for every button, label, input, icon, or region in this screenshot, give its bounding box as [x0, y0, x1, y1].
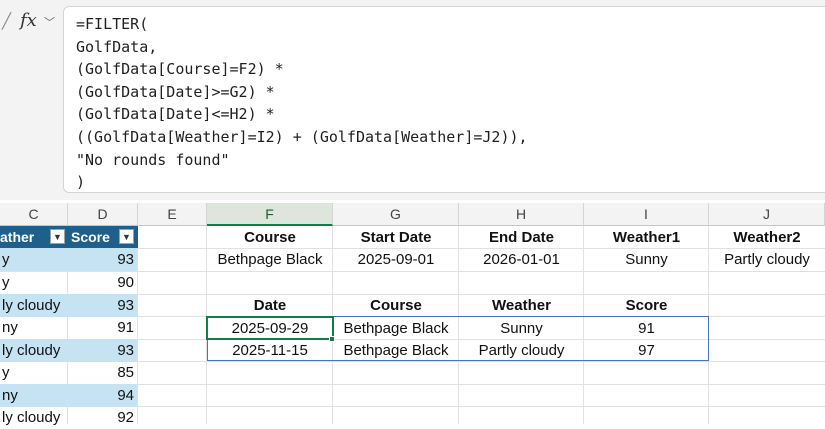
criteria-value-course[interactable]: Bethpage Black — [207, 248, 333, 271]
formula-text[interactable]: =FILTER( GolfData, (GolfData[Course]=F2)… — [76, 13, 528, 194]
table-cell-score[interactable]: 94 — [68, 384, 137, 407]
table-cell-weather[interactable]: y — [0, 248, 68, 271]
fill-handle[interactable] — [329, 336, 335, 342]
table-cell-weather[interactable]: ly cloudy — [0, 294, 68, 317]
column-header-i[interactable]: I — [584, 203, 709, 226]
result-cell-course[interactable]: Bethpage Black — [333, 317, 459, 340]
table-cell-weather[interactable]: ly cloudy — [0, 406, 68, 429]
filter-dropdown-icon[interactable]: ▼ — [119, 229, 134, 244]
criteria-header-start-date[interactable]: Start Date — [333, 226, 459, 249]
criteria-header-course[interactable]: Course — [207, 226, 333, 249]
grid-line — [137, 226, 138, 424]
table-cell-score[interactable]: 92 — [68, 406, 137, 429]
column-header-f[interactable]: F — [207, 203, 333, 226]
table-cell-score[interactable]: 93 — [68, 294, 137, 317]
formula-bar: ╱ fx ﹀ =FILTER( GolfData, (GolfData[Cour… — [0, 0, 825, 200]
result-cell-course[interactable]: Bethpage Black — [333, 339, 459, 362]
table-header-label: Score — [71, 229, 110, 245]
column-header-c[interactable]: C — [0, 203, 68, 226]
table-header-score[interactable]: Score ▼ — [68, 226, 138, 248]
criteria-value-start-date[interactable]: 2025-09-01 — [333, 248, 459, 271]
column-header-g[interactable]: G — [333, 203, 459, 226]
result-cell-weather[interactable]: Sunny — [459, 317, 584, 340]
table-cell-weather[interactable]: ny — [0, 316, 68, 339]
criteria-value-end-date[interactable]: 2026-01-01 — [459, 248, 584, 271]
result-cell-date[interactable]: 2025-09-29 — [207, 317, 333, 340]
table-cell-weather[interactable]: ly cloudy — [0, 339, 68, 362]
formula-input[interactable]: =FILTER( GolfData, (GolfData[Course]=F2)… — [63, 6, 825, 193]
check-icon[interactable]: ╱ — [2, 12, 11, 30]
result-cell-score[interactable]: 91 — [584, 317, 709, 340]
filter-dropdown-icon[interactable]: ▼ — [50, 229, 65, 244]
table-cell-score[interactable]: 93 — [68, 339, 137, 362]
table-cell-weather[interactable]: y — [0, 361, 68, 384]
column-header-d[interactable]: D — [68, 203, 138, 226]
table-cell-score[interactable]: 93 — [68, 248, 137, 271]
result-cell-date[interactable]: 2025-11-15 — [207, 339, 333, 362]
results-header-score[interactable]: Score — [584, 294, 709, 317]
fx-icon[interactable]: fx — [20, 10, 37, 31]
criteria-value-weather1[interactable]: Sunny — [584, 248, 709, 271]
table-cell-weather[interactable]: y — [0, 271, 68, 294]
results-header-course[interactable]: Course — [333, 294, 459, 317]
column-header-e[interactable]: E — [138, 203, 207, 226]
table-cell-weather[interactable]: ny — [0, 384, 68, 407]
table-header-label: ather — [0, 229, 35, 245]
criteria-value-weather2[interactable]: Partly cloudy — [709, 248, 825, 271]
table-header-weather[interactable]: ather ▼ — [0, 226, 68, 248]
results-header-weather[interactable]: Weather — [459, 294, 584, 317]
result-cell-weather[interactable]: Partly cloudy — [459, 339, 584, 362]
criteria-header-weather2[interactable]: Weather2 — [709, 226, 825, 249]
table-cell-score[interactable]: 90 — [68, 271, 137, 294]
criteria-header-end-date[interactable]: End Date — [459, 226, 584, 249]
result-cell-score[interactable]: 97 — [584, 339, 709, 362]
criteria-header-weather1[interactable]: Weather1 — [584, 226, 709, 249]
table-cell-score[interactable]: 85 — [68, 361, 137, 384]
column-header-h[interactable]: H — [459, 203, 584, 226]
results-header-date[interactable]: Date — [207, 294, 333, 317]
column-header-j[interactable]: J — [709, 203, 825, 226]
chevron-down-icon[interactable]: ﹀ — [44, 14, 55, 30]
table-cell-score[interactable]: 91 — [68, 316, 137, 339]
formula-bar-controls: ╱ fx ﹀ — [0, 8, 62, 36]
